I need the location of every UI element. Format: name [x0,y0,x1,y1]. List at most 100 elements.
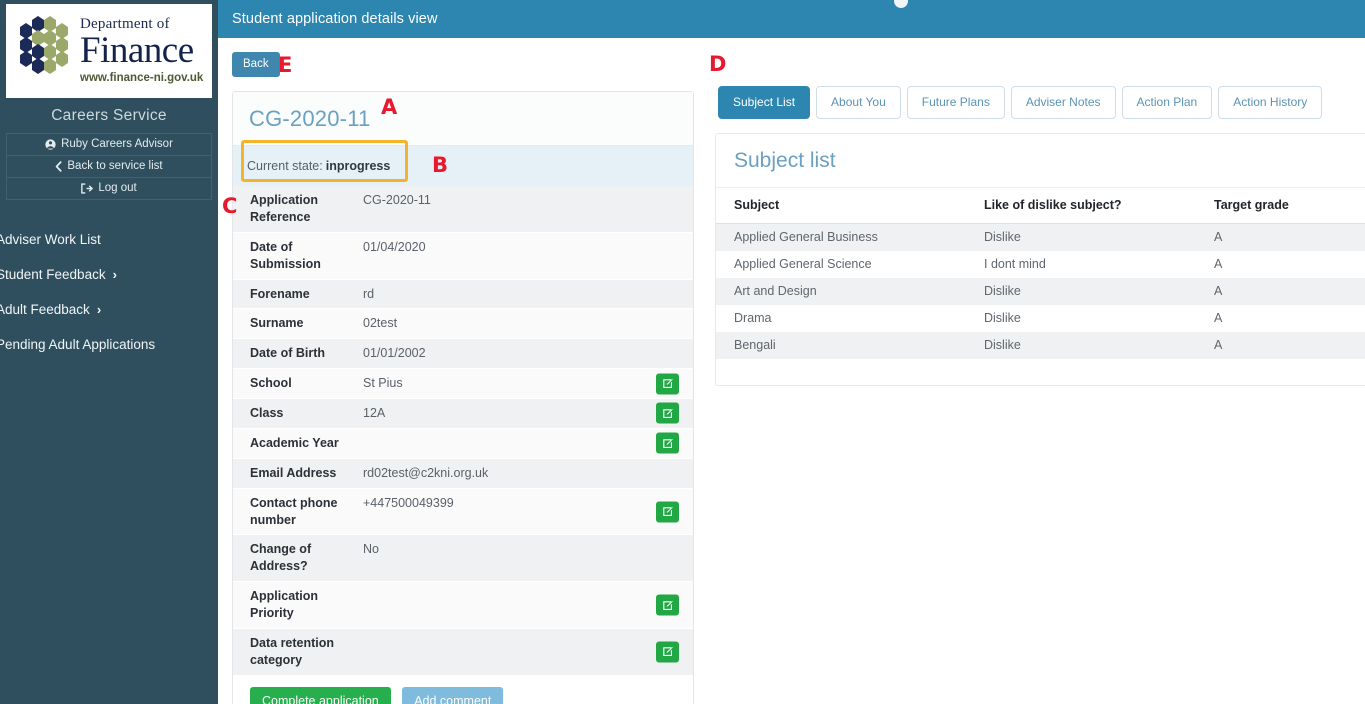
sidebar-item-student-feedback[interactable]: Student Feedback › [0,257,218,292]
sidebar-nav: Adviser Work List Student Feedback › Adu… [0,222,218,362]
detail-value [363,429,693,458]
column-header-subject: Subject [716,188,966,224]
header-status-dot-icon [894,0,908,8]
edit-pencil-icon [662,506,673,517]
right-content-column: Subject List About You Future Plans Adviser… [710,38,1365,704]
user-nav-group: Ruby Careers Advisor Back to service lis… [6,133,212,200]
logo-finance-name: Finance [80,30,194,72]
table-cell: Applied General Business [716,223,966,251]
detail-value [363,582,693,628]
sidebar-back-to-service-list[interactable]: Back to service list [6,156,212,178]
detail-label: Date of Submission [250,239,321,271]
subject-list-heading: Subject list [734,149,836,172]
detail-label: School [250,376,292,391]
chevron-right-icon: › [96,302,102,317]
table-row: Drama Dislike A [716,305,1365,332]
subject-table-head: Subject Like of dislike subject? Target … [716,188,1365,224]
sidebar: Department of Finance www.finance-ni.gov… [0,0,218,704]
table-cell: Drama [734,311,772,325]
table-row: Applied General Science I dont mind A [716,251,1365,278]
detail-value: rd02test@c2kni.org.uk [363,465,489,480]
detail-label: Email Address [250,465,337,480]
subject-table-body: Applied General Business Dislike A Applied … [716,223,1365,359]
subject-list-card: Subject list Subject Like of dislike sub… [715,133,1365,386]
detail-row: Email Address rd02test@c2kni.org.uk [233,458,693,489]
tab-subject-list[interactable]: Subject List [718,86,811,119]
user-circle-icon [45,138,56,150]
finance-logo: Department of Finance www.finance-ni.gov… [6,4,212,98]
current-state-badge: Current state: inprogress [233,146,404,186]
sidebar-item-adviser-work-list-label: Adviser Work List [0,232,101,247]
detail-value: CG-2020-11 [363,193,431,207]
detail-value: St Pius [363,376,403,391]
edit-field-button[interactable] [656,432,679,454]
sidebar-item-adviser-work-list[interactable]: Adviser Work List [0,222,218,257]
application-details-card: CG-2020-11 Current state: inprogress App… [232,91,694,704]
tab-adviser-notes[interactable]: Adviser Notes [1010,86,1116,119]
edit-field-button[interactable] [656,402,679,424]
sidebar-item-adult-feedback[interactable]: Adult Feedback › [0,292,218,327]
detail-label: Academic Year [250,435,339,450]
tab-about-you[interactable]: About You [816,86,901,119]
edit-pencil-icon [662,378,673,389]
table-row: Art and Design Dislike A [716,278,1365,305]
tab-future-plans[interactable]: Future Plans [906,86,1005,119]
hexagon-grid-logo-icon [20,16,68,74]
back-button[interactable]: Back [232,52,280,77]
logout-icon [81,182,94,194]
detail-label: Change of Address? [250,542,312,574]
left-content-column: Back CG-2020-11 Current state: inprogres… [228,38,698,704]
edit-field-button[interactable] [656,594,679,616]
tab-action-plan[interactable]: Action Plan [1121,86,1213,119]
detail-label: Contact phone number [250,495,338,527]
detail-row: Change of Address? No [233,535,693,583]
detail-row: School St Pius [233,369,693,399]
table-cell: A [1214,257,1223,271]
detail-row: Application Reference CG-2020-11 [233,186,693,233]
table-cell: A [1214,311,1223,325]
app-header: Student application details view [218,0,1365,38]
detail-row: Forename rd [233,279,693,310]
application-ref-heading: CG-2020-11 [249,106,371,131]
tab-action-history[interactable]: Action History [1218,86,1323,119]
table-row: Bengali Dislike A [716,332,1365,359]
detail-value: 02test [363,316,398,331]
edit-pencil-icon [662,647,673,657]
detail-row: Data retention category [233,628,693,676]
detail-value: 01/01/2002 [363,346,426,361]
sidebar-item-student-feedback-label: Student Feedback [0,267,106,282]
detail-label: Forename [250,286,310,301]
table-cell: A [1196,278,1365,305]
careers-service-title: Careers Service [51,107,167,124]
column-header-target-grade: Target grade [1196,188,1365,224]
detail-label: Class [250,406,284,420]
sidebar-item-pending-adult-applications-label: Pending Adult Applications [0,337,156,352]
edit-field-button[interactable] [656,501,679,522]
current-state-value: inprogress [325,159,391,173]
edit-pencil-icon [662,438,673,448]
detail-row: Date of Birth 01/01/2002 [233,339,693,370]
add-comment-button[interactable]: Add comment [402,686,504,704]
complete-application-button[interactable]: Complete application [250,686,391,704]
sidebar-log-out[interactable]: Log out [6,178,212,200]
edit-field-button[interactable] [656,641,679,663]
logo-wordmark: Department of Finance www.finance-ni.gov… [80,17,203,84]
detail-row: Surname 02test [233,309,693,340]
page-title: Student application details view [232,11,438,27]
detail-label: Data retention category [250,635,335,667]
table-cell: Bengali [716,332,966,359]
table-cell: Art and Design [716,278,966,305]
sidebar-item-adult-feedback-label: Adult Feedback [0,302,90,317]
edit-pencil-icon [662,600,673,610]
table-cell: Dislike [984,311,1021,325]
chevron-right-icon: › [112,267,117,282]
detail-label: Application Reference [250,193,319,224]
table-cell: Dislike [966,223,1196,251]
sidebar-item-pending-adult-applications[interactable]: Pending Adult Applications [0,327,218,362]
table-cell: A [1196,223,1365,251]
table-cell: A [1196,332,1365,359]
detail-value: 01/04/2020 [363,239,426,254]
sidebar-user-name[interactable]: Ruby Careers Advisor [6,133,212,156]
edit-field-button[interactable] [656,373,679,395]
detail-row: Class 12A [233,399,693,429]
